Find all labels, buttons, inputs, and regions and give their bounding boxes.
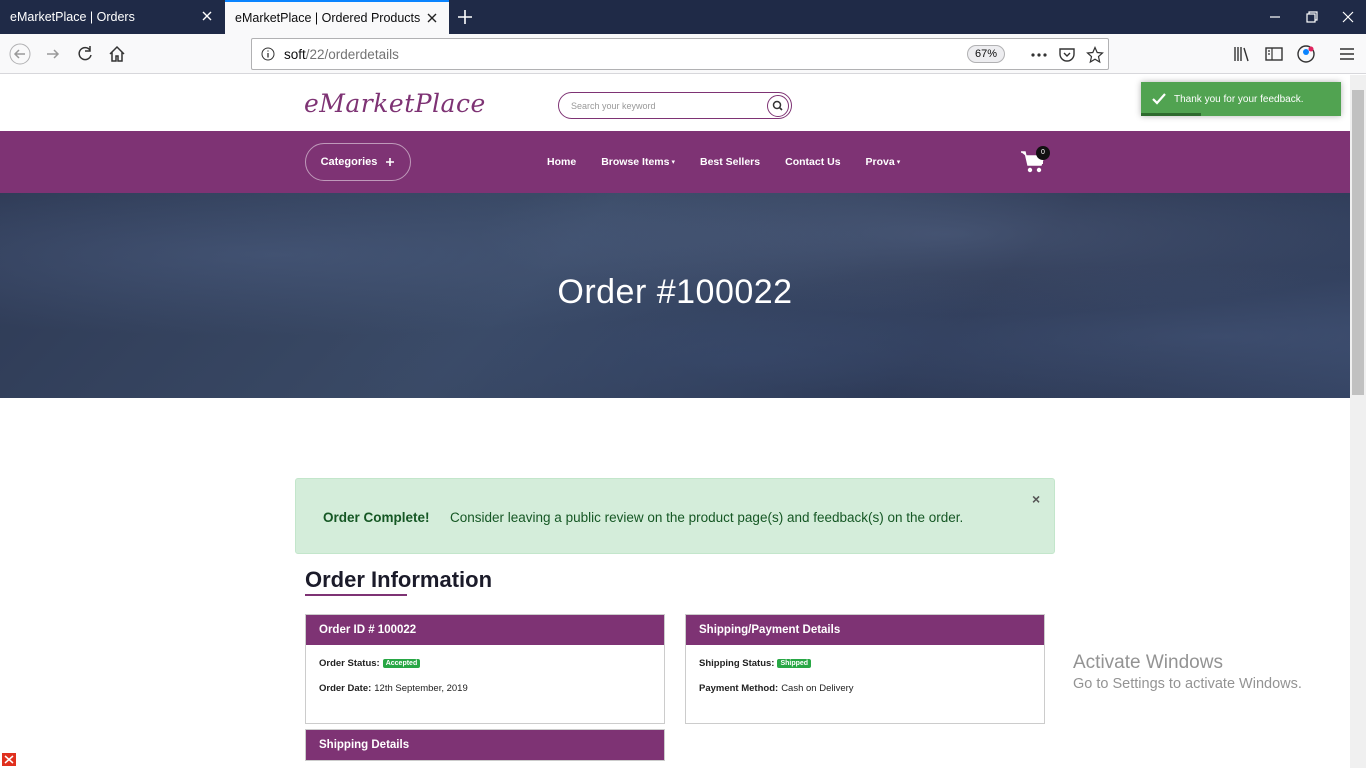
shipping-status-row: Shipping Status: Shipped (699, 658, 1031, 669)
alert-message: Consider leaving a public review on the … (450, 510, 964, 525)
scrollbar-thumb[interactable] (1352, 90, 1364, 395)
order-status-row: Order Status: Accepted (319, 658, 651, 669)
pocket-icon[interactable] (1058, 46, 1076, 64)
site-logo[interactable]: eMarketPlace (304, 89, 486, 118)
reload-icon[interactable] (74, 43, 96, 65)
extension-icon[interactable] (0, 750, 20, 768)
home-icon[interactable] (106, 43, 128, 65)
card-header: Order ID # 100022 (306, 615, 664, 645)
browser-nav-bar: soft/22/orderdetails 67% (0, 34, 1366, 74)
search-bar (558, 92, 792, 119)
tab-ordered-products[interactable]: eMarketPlace | Ordered Products (225, 0, 449, 34)
shipping-details-card: Shipping Details (305, 729, 665, 761)
bookmark-star-icon[interactable] (1086, 46, 1104, 64)
url-text[interactable]: soft/22/orderdetails (284, 47, 399, 62)
tab-title: eMarketPlace | Orders (10, 10, 135, 24)
cart-count-badge: 0 (1036, 146, 1050, 160)
info-icon[interactable] (261, 47, 275, 61)
menu-icon[interactable] (1337, 44, 1357, 64)
more-actions-icon[interactable] (1030, 46, 1048, 64)
forward-icon[interactable] (42, 43, 64, 65)
watermark-line2: Go to Settings to activate Windows. (1073, 676, 1302, 692)
toast-progress-bar (1141, 113, 1201, 116)
close-icon[interactable] (425, 11, 439, 25)
url-bar[interactable]: soft/22/orderdetails 67% (251, 38, 1109, 70)
feedback-toast[interactable]: Thank you for your feedback. (1141, 82, 1341, 116)
caret-down-icon: ▾ (671, 159, 675, 166)
card-header: Shipping/Payment Details (686, 615, 1044, 645)
status-badge: Accepted (382, 659, 421, 668)
page-title: Order #100022 (557, 273, 793, 311)
account-icon[interactable] (1296, 44, 1316, 64)
nav-browse-items[interactable]: Browse Items ▾ (601, 156, 675, 168)
nav-best-sellers[interactable]: Best Sellers (700, 156, 760, 168)
order-complete-alert: Order Complete! Consider leaving a publi… (295, 478, 1055, 554)
shipping-payment-card: Shipping/Payment Details Shipping Status… (685, 614, 1045, 724)
order-date-row: Order Date: 12th September, 2019 (319, 683, 468, 694)
watermark-line1: Activate Windows (1073, 652, 1223, 673)
library-icon[interactable] (1232, 44, 1252, 64)
categories-label: Categories (320, 156, 378, 168)
card-header: Shipping Details (306, 730, 664, 760)
nav-contact-us[interactable]: Contact Us (785, 156, 840, 168)
hero-banner: Order #100022 (0, 193, 1350, 398)
browser-tab-bar: eMarketPlace | Orders eMarketPlace | Ord… (0, 0, 1366, 34)
caret-down-icon: ▾ (896, 159, 901, 166)
categories-button[interactable]: Categories (305, 143, 411, 181)
page-scrollbar[interactable] (1350, 75, 1366, 768)
status-badge: Shipped (777, 659, 812, 668)
tab-orders[interactable]: eMarketPlace | Orders (0, 0, 224, 34)
search-button[interactable] (767, 95, 789, 117)
toast-message: Thank you for your feedback. (1174, 94, 1304, 105)
order-id-card: Order ID # 100022 Order Status: Accepted… (305, 614, 665, 724)
close-icon[interactable] (200, 9, 214, 23)
search-input[interactable] (571, 98, 751, 114)
restore-icon[interactable] (1303, 8, 1321, 26)
back-icon[interactable] (9, 43, 31, 65)
section-underline (305, 594, 407, 596)
plus-icon (386, 158, 395, 166)
payment-method-row: Payment Method: Cash on Delivery (699, 683, 854, 694)
alert-heading: Order Complete! (323, 510, 430, 525)
checkmark-icon (1152, 93, 1166, 105)
nav-links: Home Browse Items ▾ Best Sellers Contact … (547, 156, 900, 168)
new-tab-icon[interactable] (456, 8, 474, 26)
minimize-icon[interactable] (1266, 8, 1284, 26)
sidebar-icon[interactable] (1264, 44, 1284, 64)
zoom-level[interactable]: 67% (967, 45, 1005, 63)
window-close-icon[interactable] (1339, 8, 1357, 26)
nav-prova[interactable]: Prova ▾ (866, 156, 901, 168)
nav-home[interactable]: Home (547, 156, 576, 168)
main-navigation: Categories Home Browse Items ▾ Best Selle… (0, 131, 1350, 193)
tab-title: eMarketPlace | Ordered Products (235, 11, 421, 25)
section-title: Order Information (305, 567, 493, 592)
alert-close-button[interactable]: × (1032, 491, 1040, 507)
search-icon (772, 100, 783, 111)
windows-activation-watermark: Activate Windows Go to Settings to activ… (1073, 652, 1302, 692)
